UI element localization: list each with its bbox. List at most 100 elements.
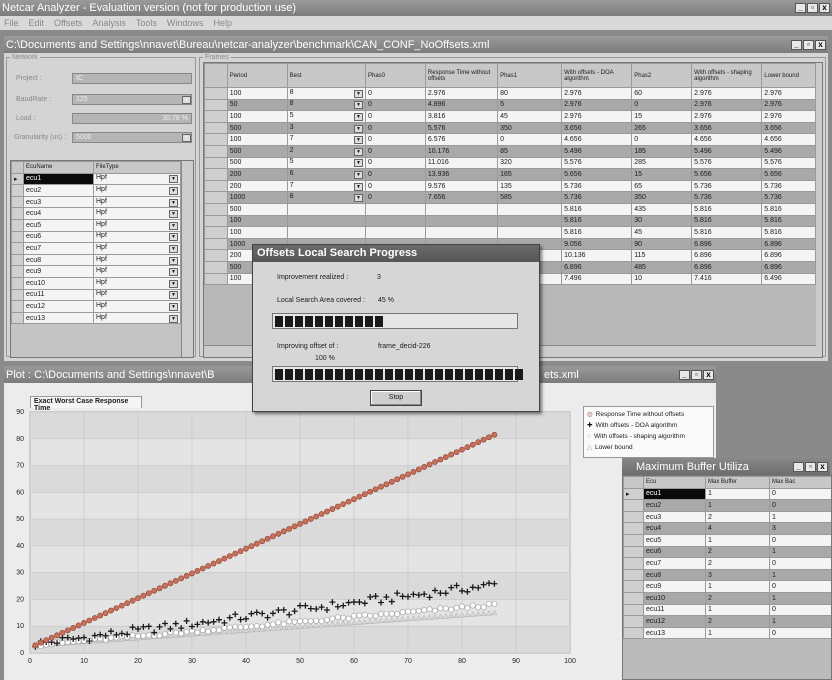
table-cell[interactable]: 0 bbox=[769, 533, 831, 547]
row-header[interactable] bbox=[623, 510, 644, 524]
table-cell[interactable]: 5.576 bbox=[561, 156, 633, 170]
table-cell[interactable]: 0 bbox=[365, 179, 426, 193]
table-cell[interactable]: ecu5 bbox=[643, 533, 706, 547]
baudrate-select[interactable]: 125 ▼ bbox=[72, 94, 192, 105]
table-cell[interactable]: 5.736 bbox=[561, 191, 633, 204]
table-cell[interactable]: 135 bbox=[497, 179, 563, 193]
table-row[interactable]: ecu12 2 1 bbox=[623, 615, 831, 628]
file-type-cell[interactable]: Hpf ▼ bbox=[93, 288, 181, 302]
menu-item-tools[interactable]: Tools bbox=[136, 18, 157, 28]
file-type-cell[interactable]: Hpf ▼ bbox=[93, 207, 181, 220]
row-header[interactable] bbox=[204, 133, 228, 146]
doc-maximize-button[interactable]: ▫ bbox=[803, 39, 814, 50]
table-cell[interactable]: 165 bbox=[497, 168, 563, 181]
table-row[interactable]: ecu2 1 0 bbox=[623, 499, 831, 512]
row-header[interactable] bbox=[11, 288, 24, 302]
table-cell[interactable]: 0 bbox=[365, 156, 426, 170]
table-cell[interactable]: 1 bbox=[705, 580, 770, 593]
plot-minimize-button[interactable]: _ bbox=[679, 369, 690, 380]
table-cell[interactable]: 1000 bbox=[226, 191, 288, 204]
table-cell[interactable]: 2 bbox=[705, 615, 770, 628]
row-header[interactable] bbox=[623, 568, 644, 582]
table-cell[interactable]: 3.656 bbox=[561, 121, 633, 135]
table-cell[interactable]: 2 bbox=[705, 591, 770, 605]
table-cell[interactable]: 100 bbox=[226, 110, 288, 123]
table-cell[interactable]: 7.496 bbox=[561, 272, 633, 286]
table-cell[interactable]: 3.656 bbox=[761, 121, 816, 135]
chevron-down-icon[interactable]: ▼ bbox=[169, 175, 178, 184]
table-cell[interactable]: 2.976 bbox=[561, 110, 633, 123]
column-header[interactable]: Max Bac bbox=[769, 476, 831, 489]
table-row[interactable]: ecu5 Hpf ▼ bbox=[11, 218, 181, 232]
table-cell[interactable]: 6.576 bbox=[424, 133, 499, 146]
table-cell[interactable]: 3 ▼ bbox=[286, 121, 367, 135]
file-type-cell[interactable]: Hpf ▼ bbox=[93, 242, 181, 255]
table-cell[interactable]: 7 ▼ bbox=[286, 133, 367, 146]
table-cell[interactable]: 3 bbox=[769, 522, 831, 535]
table-cell[interactable]: ecu3 bbox=[643, 510, 706, 524]
table-row[interactable]: ecu6 2 1 bbox=[623, 545, 831, 559]
table-row[interactable]: ecu7 Hpf ▼ bbox=[11, 242, 181, 255]
row-header[interactable] bbox=[204, 179, 228, 193]
row-header[interactable] bbox=[204, 156, 228, 170]
table-cell[interactable]: 5.816 bbox=[761, 226, 816, 239]
table-row[interactable]: 100 5.816 45 5.816 5.816 bbox=[204, 226, 816, 239]
table-cell[interactable]: 5 ▼ bbox=[286, 156, 367, 170]
chevron-down-icon[interactable]: ▼ bbox=[169, 198, 178, 207]
row-header[interactable] bbox=[623, 603, 644, 617]
table-cell[interactable]: 2.976 bbox=[691, 98, 763, 112]
column-header[interactable]: Response Time without offsets bbox=[424, 63, 499, 88]
column-header[interactable]: Phas2 bbox=[631, 63, 693, 88]
table-cell[interactable]: 0 bbox=[769, 487, 831, 501]
table-row[interactable]: 50 8 ▼ 0 4.896 5 2.976 0 2.976 2.976 bbox=[204, 98, 816, 112]
table-cell[interactable]: 0 bbox=[365, 110, 426, 123]
ecu-name-cell[interactable]: ecu7 bbox=[23, 242, 94, 255]
table-cell[interactable]: 5.576 bbox=[691, 156, 763, 170]
table-row[interactable]: ecu6 Hpf ▼ bbox=[11, 230, 181, 244]
table-cell[interactable]: 485 bbox=[631, 260, 693, 274]
table-cell[interactable]: 320 bbox=[497, 156, 563, 170]
menu-item-file[interactable]: File bbox=[4, 18, 19, 28]
table-cell[interactable]: 0 bbox=[769, 603, 831, 617]
buffer-maximize-button[interactable]: ▫ bbox=[805, 461, 816, 472]
chevron-down-icon[interactable]: ▼ bbox=[354, 124, 363, 133]
table-cell[interactable]: 1 bbox=[769, 568, 831, 582]
table-cell[interactable]: 0 bbox=[365, 144, 426, 158]
table-cell[interactable]: 2.976 bbox=[761, 87, 816, 100]
row-header[interactable] bbox=[623, 522, 644, 535]
chevron-down-icon[interactable]: ▼ bbox=[354, 101, 363, 110]
table-row[interactable]: ecu7 2 0 bbox=[623, 557, 831, 570]
menu-item-help[interactable]: Help bbox=[213, 18, 232, 28]
table-cell[interactable]: 5.736 bbox=[761, 179, 816, 193]
table-cell[interactable]: 45 bbox=[497, 110, 563, 123]
table-cell[interactable]: 5.736 bbox=[561, 179, 633, 193]
table-cell[interactable]: 0 bbox=[365, 168, 426, 181]
file-type-cell[interactable]: Hpf ▼ bbox=[93, 218, 181, 232]
table-cell[interactable]: 5.816 bbox=[761, 214, 816, 228]
chevron-down-icon[interactable]: ▼ bbox=[354, 89, 363, 98]
table-row[interactable]: ecu10 2 1 bbox=[623, 591, 831, 605]
table-cell[interactable]: 1 bbox=[705, 499, 770, 512]
ecu-name-cell[interactable]: ecu10 bbox=[23, 276, 94, 290]
table-cell[interactable]: 6.896 bbox=[761, 249, 816, 262]
table-cell[interactable]: 3 bbox=[705, 568, 770, 582]
table-cell[interactable]: 5.496 bbox=[691, 144, 763, 158]
row-header[interactable] bbox=[204, 214, 228, 228]
table-row[interactable]: ecu13 Hpf ▼ bbox=[11, 311, 181, 325]
row-header[interactable] bbox=[204, 226, 228, 239]
table-cell[interactable]: 4.656 bbox=[691, 133, 763, 146]
table-cell[interactable]: 2.976 bbox=[424, 87, 499, 100]
table-cell[interactable]: 500 bbox=[226, 156, 288, 170]
table-cell[interactable]: 5 ▼ bbox=[286, 110, 367, 123]
row-header[interactable]: ▸ bbox=[623, 487, 644, 501]
table-cell[interactable]: 0 bbox=[365, 133, 426, 146]
table-cell[interactable]: 1 bbox=[705, 603, 770, 617]
table-row[interactable]: 200 6 ▼ 0 13.936 165 5.656 15 5.656 5.656 bbox=[204, 168, 816, 181]
buffer-minimize-button[interactable]: _ bbox=[793, 461, 804, 472]
table-row[interactable]: 500 3 ▼ 0 5.576 350 3.656 265 3.656 3.656 bbox=[204, 121, 816, 135]
table-row[interactable]: ecu3 Hpf ▼ bbox=[11, 195, 181, 209]
table-cell[interactable]: 5.816 bbox=[691, 202, 763, 216]
table-cell[interactable]: 50 bbox=[226, 98, 288, 112]
table-cell[interactable]: 7.416 bbox=[691, 272, 763, 286]
chevron-down-icon[interactable]: ▼ bbox=[169, 256, 178, 265]
